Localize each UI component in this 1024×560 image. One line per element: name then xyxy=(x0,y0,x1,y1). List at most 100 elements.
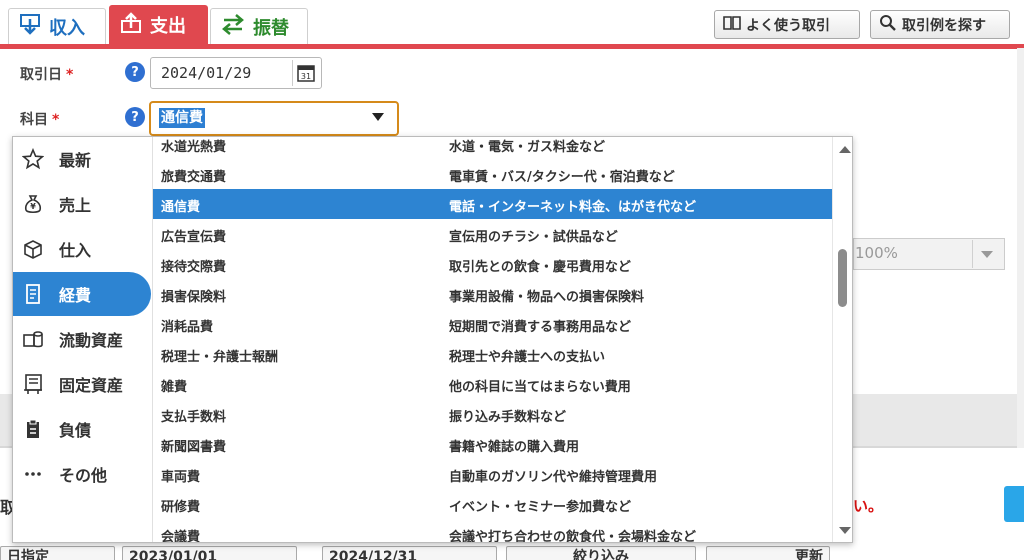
category-label: 仕入 xyxy=(59,241,92,260)
category-item-sales[interactable]: ¥ 売上 xyxy=(13,182,152,226)
account-description: 自動車のガソリン代や維持管理費用 xyxy=(449,470,658,485)
scrollbar[interactable] xyxy=(832,137,852,542)
account-name: 水道光熱費 xyxy=(161,140,227,155)
category-item-current-assets[interactable]: 流動資産 xyxy=(13,317,152,361)
search-icon xyxy=(879,14,897,36)
category-label: 売上 xyxy=(59,196,92,215)
tab-income-label: 収入 xyxy=(49,17,85,39)
date-label-text: 取引日 xyxy=(20,67,62,83)
account-name: 損害保険料 xyxy=(161,290,227,305)
list-item[interactable]: 研修費 イベント・セミナー参加費など xyxy=(153,489,832,519)
list-item[interactable]: 会議費 会議や打ち合わせの飲食代・会場料金など xyxy=(153,519,832,543)
category-item-liabilities[interactable]: 負債 xyxy=(13,407,152,451)
list-item[interactable]: 広告宣伝費 宣伝用のチラシ・試供品など xyxy=(153,219,832,249)
category-list: 最新 ¥ 売上 仕入 経費 流動資産 固定資産 負債 その他 xyxy=(13,137,152,542)
date-label: 取引日 * xyxy=(20,64,73,84)
help-icon[interactable]: ? xyxy=(125,107,145,127)
account-description: 他の科目に当てはまらない費用 xyxy=(449,380,631,395)
favorite-transactions-button[interactable]: よく使う取引 xyxy=(714,10,860,39)
list-item[interactable]: 雑費 他の科目に当てはまらない費用 xyxy=(153,369,832,399)
account-name: 接待交際費 xyxy=(161,260,227,275)
tab-transfer-label: 振替 xyxy=(253,17,289,39)
category-label: その他 xyxy=(59,466,108,485)
account-description: 短期間で消費する事務用品など xyxy=(449,320,632,335)
account-name: 消耗品費 xyxy=(161,320,214,335)
category-item-latest[interactable]: 最新 xyxy=(13,137,152,181)
calendar-icon[interactable]: 31 xyxy=(292,60,318,86)
account-name: 雑費 xyxy=(161,380,188,395)
list-item[interactable]: 車両費 自動車のガソリン代や維持管理費用 xyxy=(153,459,832,489)
account-name: 支払手数料 xyxy=(161,410,227,425)
category-label: 固定資産 xyxy=(59,376,124,395)
account-description: イベント・セミナー参加費など xyxy=(449,500,632,515)
svg-text:31: 31 xyxy=(300,72,310,81)
list-item[interactable]: 水道光熱費 水道・電気・ガス料金など xyxy=(153,137,832,159)
clipboard-icon xyxy=(21,417,45,441)
account-description: 取引先との飲食・慶弔費用など xyxy=(449,260,631,275)
coins-icon xyxy=(21,327,45,351)
tab-underline xyxy=(0,44,1024,49)
star-icon xyxy=(21,147,45,171)
account-name: 車両費 xyxy=(161,470,201,485)
account-description: 書籍や雑誌の購入費用 xyxy=(449,440,580,455)
scroll-up-icon[interactable] xyxy=(839,146,851,153)
account-select-value[interactable]: 通信費 xyxy=(159,108,205,128)
list-item-selected[interactable]: 通信費 電話・インターネット料金、はがき代など xyxy=(153,189,832,219)
account-description: 税理士や弁護士への支払い xyxy=(449,350,606,365)
tab-expense-label: 支出 xyxy=(150,16,186,37)
list-item[interactable]: 旅費交通費 電車賃・バス/タクシー代・宿泊費など xyxy=(153,159,832,189)
list-item[interactable]: 税理士・弁護士報酬 税理士や弁護士への支払い xyxy=(153,339,832,369)
filter-button[interactable]: 絞り込み xyxy=(506,546,696,560)
list-item[interactable]: 支払手数料 振り込み手数料など xyxy=(153,399,832,429)
category-item-purchases[interactable]: 仕入 xyxy=(13,227,152,271)
help-icon[interactable]: ? xyxy=(125,62,145,82)
category-label: 流動資産 xyxy=(59,331,124,350)
building-icon xyxy=(21,372,45,396)
account-description: 会議や打ち合わせの飲食代・会場料金など xyxy=(449,530,697,543)
category-item-fixed-assets[interactable]: 固定資産 xyxy=(13,362,152,406)
tab-transfer[interactable]: 振替 xyxy=(210,8,308,44)
account-description: 電車賃・バス/タクシー代・宿泊費など xyxy=(449,170,675,185)
refresh-button[interactable]: 更新 xyxy=(706,546,830,560)
list-item[interactable]: 新聞図書費 書籍や雑誌の購入費用 xyxy=(153,429,832,459)
account-name: 通信費 xyxy=(161,200,201,215)
book-icon xyxy=(723,15,741,35)
to-date-field[interactable]: 2024/12/31 xyxy=(322,546,497,560)
category-label: 経費 xyxy=(59,286,92,305)
account-description: 宣伝用のチラシ・試供品など xyxy=(449,230,618,245)
scrollbar-thumb[interactable] xyxy=(838,249,847,307)
from-date-field[interactable]: 2023/01/01 xyxy=(122,546,297,560)
list-item[interactable]: 消耗品費 短期間で消費する事務用品など xyxy=(153,309,832,339)
category-item-expenses[interactable]: 経費 xyxy=(13,272,151,316)
chevron-down-icon[interactable] xyxy=(981,251,993,258)
income-icon xyxy=(19,13,41,40)
more-icon xyxy=(21,462,45,486)
account-name: 旅費交通費 xyxy=(161,170,227,185)
account-description: 振り込み手数料など xyxy=(449,410,567,425)
category-label: 負債 xyxy=(59,421,92,440)
scroll-down-icon[interactable] xyxy=(839,527,851,534)
account-label: 科目 * xyxy=(20,109,59,129)
required-mark: * xyxy=(52,112,60,128)
side-action-button[interactable] xyxy=(1004,486,1024,522)
list-item[interactable]: 接待交際費 取引先との飲食・慶弔費用など xyxy=(153,249,832,279)
tab-income[interactable]: 収入 xyxy=(8,8,106,44)
list-item[interactable]: 損害保険料 事業用設備・物品への損害保険料 xyxy=(153,279,832,309)
period-select[interactable]: 日指定 xyxy=(0,546,115,560)
search-examples-button[interactable]: 取引例を探す xyxy=(870,10,1010,39)
account-name: 新聞図書費 xyxy=(161,440,227,455)
account-description: 水道・電気・ガス料金など xyxy=(449,140,606,155)
account-label-text: 科目 xyxy=(20,112,48,128)
search-examples-label: 取引例を探す xyxy=(902,17,986,34)
chevron-down-icon[interactable] xyxy=(372,113,384,121)
favorite-transactions-label: よく使う取引 xyxy=(746,17,830,34)
rate-select-value: 100% xyxy=(855,244,898,262)
account-list: 水道光熱費 水道・電気・ガス料金など 旅費交通費 電車賃・バス/タクシー代・宿泊費な… xyxy=(152,137,832,543)
category-item-other[interactable]: その他 xyxy=(13,452,152,496)
account-name: 研修費 xyxy=(161,500,201,515)
transfer-icon xyxy=(221,13,245,40)
category-label: 最新 xyxy=(59,151,92,170)
account-description: 事業用設備・物品への損害保険料 xyxy=(449,290,645,305)
account-name: 税理士・弁護士報酬 xyxy=(161,350,279,365)
tab-expense[interactable]: 支出 xyxy=(109,5,208,44)
